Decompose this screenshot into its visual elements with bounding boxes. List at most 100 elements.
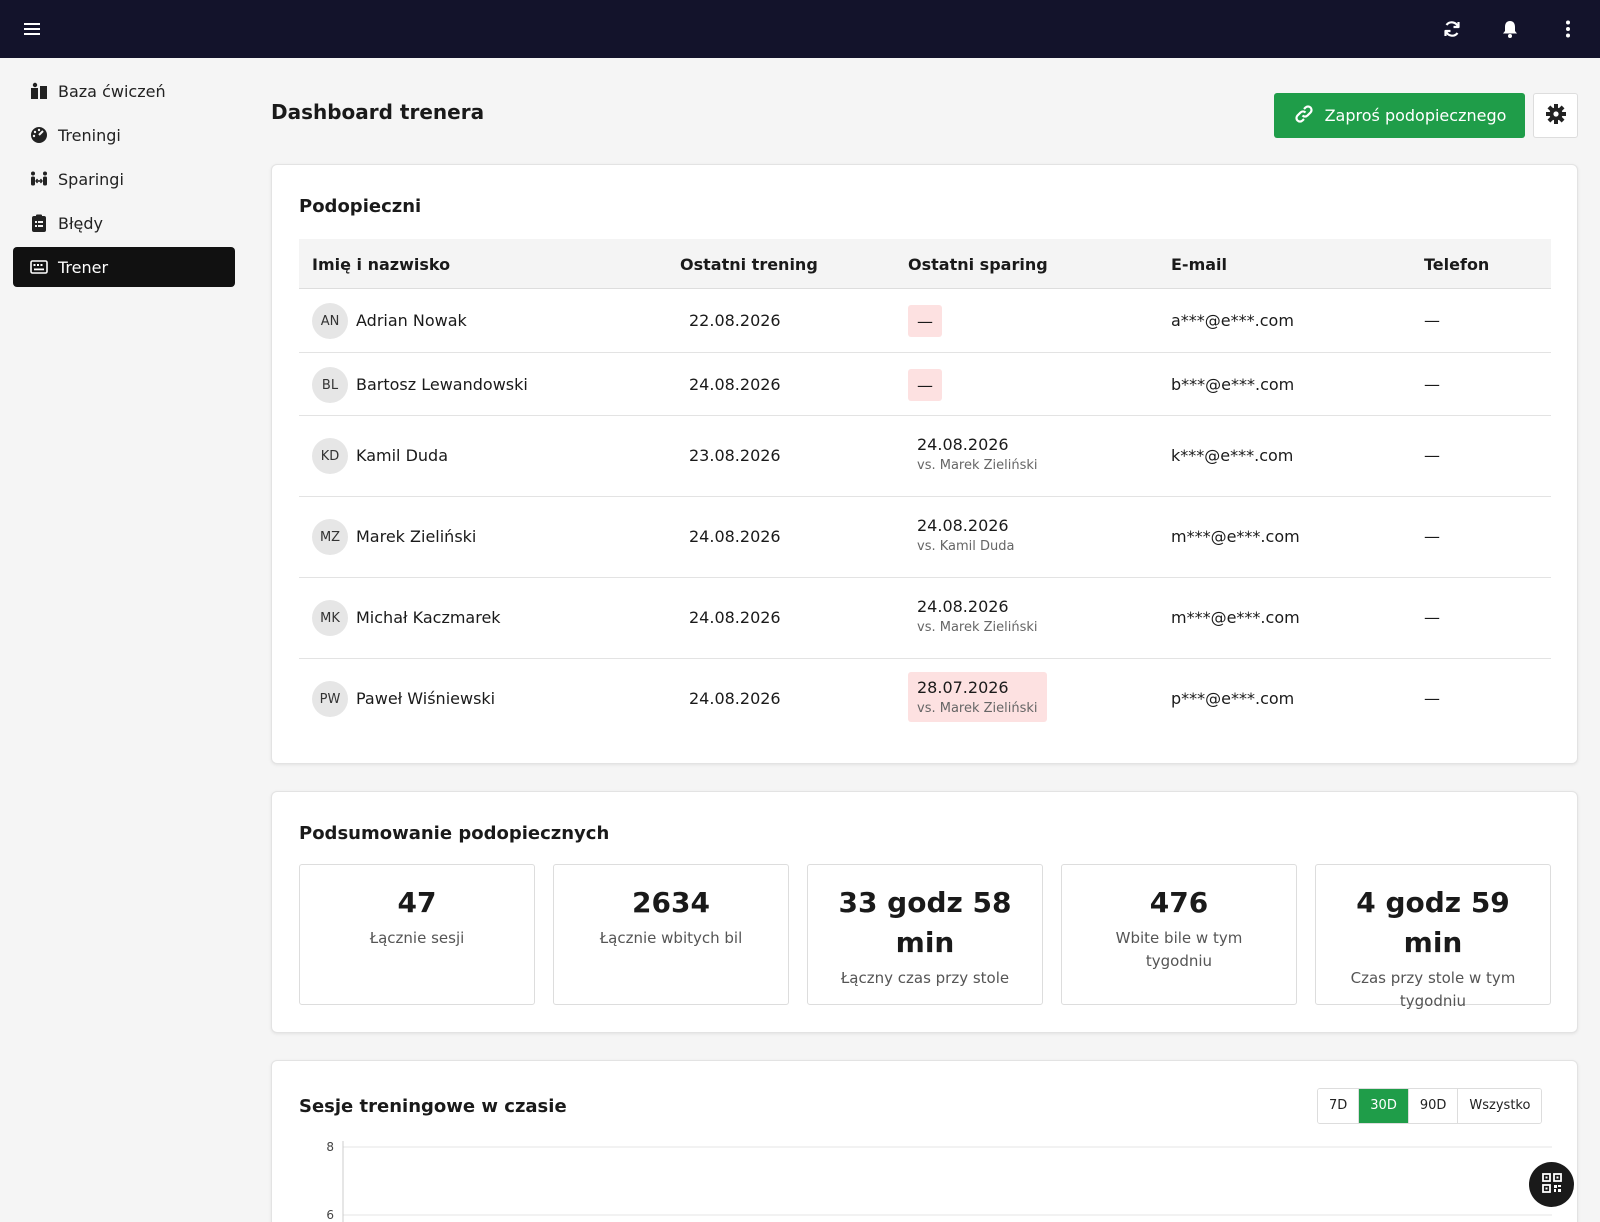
stat-week-balls: 476 Wbite bile w tym tygodniu: [1061, 864, 1297, 1005]
last-sparring: 24.08.2026 vs. Marek Zieliński: [908, 429, 1047, 479]
phone: —: [1424, 527, 1440, 546]
last-training-date: 24.08.2026: [689, 689, 781, 708]
trainee-name: Bartosz Lewandowski: [356, 375, 528, 394]
stat-label: Łącznie wbitych bil: [599, 929, 743, 947]
stat-value: 47: [397, 886, 437, 919]
sparring-opponent: vs. Marek Zieliński: [917, 620, 1038, 635]
email: p***@e***.com: [1171, 689, 1295, 708]
table-row[interactable]: AN Adrian Nowak 22.08.2026 — a***@e***.c…: [299, 289, 1551, 353]
avatar: BL: [312, 367, 348, 403]
sidebar-item-trainer[interactable]: Trener: [13, 247, 235, 287]
qr-code-button[interactable]: [1529, 1162, 1574, 1207]
phone: —: [1424, 608, 1440, 627]
sidebar-item-label: Baza ćwiczeń: [58, 81, 166, 101]
refresh-icon[interactable]: [1438, 15, 1466, 43]
table-row[interactable]: BL Bartosz Lewandowski 24.08.2026 — b***…: [299, 353, 1551, 416]
range-30d-button[interactable]: 30D: [1359, 1089, 1409, 1123]
stat-week-table-time: 4 godz 59 min Czas przy stole w tym tygo…: [1315, 864, 1551, 1010]
sparring-date: 24.08.2026: [917, 597, 1009, 616]
y-tick-label: 8: [326, 1141, 334, 1154]
sidebar: Baza ćwiczeń Treningi Sparingi Błędy Tre…: [0, 58, 248, 1222]
column-header-last-training: Ostatni trening: [680, 255, 818, 274]
trainees-card: Podopieczni Imię i nazwisko Ostatni tren…: [271, 164, 1578, 764]
sessions-line-chart: 8 6: [326, 1141, 1552, 1222]
last-sparring-overdue: 28.07.2026 vs. Marek Zieliński: [908, 672, 1047, 722]
avatar: PW: [312, 681, 348, 717]
stat-value: 476: [1149, 886, 1209, 919]
email: m***@e***.com: [1171, 527, 1300, 546]
top-bar: [0, 0, 1600, 58]
trainees-title: Podopieczni: [299, 196, 422, 217]
sparring-date: 24.08.2026: [917, 516, 1009, 535]
table-row[interactable]: KD Kamil Duda 23.08.2026 24.08.2026 vs. …: [299, 416, 1551, 497]
email: a***@e***.com: [1171, 311, 1294, 330]
column-header-email: E-mail: [1171, 255, 1228, 274]
sidebar-item-sparrings[interactable]: Sparingi: [13, 159, 235, 199]
stat-label: Czas przy stole w tym tygodniu: [1350, 969, 1516, 1010]
sidebar-item-exercises[interactable]: Baza ćwiczeń: [13, 71, 235, 111]
summary-title: Podsumowanie podopiecznych: [299, 823, 610, 844]
invite-trainee-button[interactable]: Zaproś podopiecznego: [1274, 93, 1525, 138]
stat-total-table-time: 33 godz 58 min Łączny czas przy stole: [807, 864, 1043, 1005]
bell-icon[interactable]: [1496, 15, 1524, 43]
sparring-date: 28.07.2026: [917, 678, 1009, 697]
sidebar-item-label: Błędy: [58, 213, 103, 233]
table-row[interactable]: MZ Marek Zieliński 24.08.2026 24.08.2026…: [299, 497, 1551, 578]
sparring-missing-badge: —: [908, 369, 942, 401]
stat-label: Łączny czas przy stole: [840, 969, 1010, 987]
sessions-chart-card: Sesje treningowe w czasie 7D 30D 90D Wsz…: [271, 1060, 1578, 1222]
more-vertical-icon[interactable]: [1554, 15, 1582, 43]
table-row[interactable]: MK Michał Kaczmarek 24.08.2026 24.08.202…: [299, 578, 1551, 659]
keyboard-icon: [29, 257, 49, 277]
stat-value: 4 godz 59 min: [1356, 886, 1510, 959]
sparring-date: 24.08.2026: [917, 435, 1009, 454]
sidebar-item-trainings[interactable]: Treningi: [13, 115, 235, 155]
stat-label: Wbite bile w tym tygodniu: [1115, 929, 1243, 970]
last-sparring: 24.08.2026 vs. Marek Zieliński: [908, 591, 1047, 641]
email: m***@e***.com: [1171, 608, 1300, 627]
gauge-icon: [29, 125, 49, 145]
table-header: Imię i nazwisko Ostatni trening Ostatni …: [299, 239, 1551, 289]
avatar: MK: [312, 600, 348, 636]
last-sparring: 24.08.2026 vs. Kamil Duda: [908, 510, 1023, 560]
stat-total-sessions: 47 Łącznie sesji: [299, 864, 535, 1005]
avatar: AN: [312, 303, 348, 339]
phone: —: [1424, 689, 1440, 708]
summary-card: Podsumowanie podopiecznych 47 Łącznie se…: [271, 791, 1578, 1033]
trainee-name: Paweł Wiśniewski: [356, 689, 496, 708]
people-arrows-icon: [29, 169, 49, 189]
column-header-name: Imię i nazwisko: [312, 255, 451, 274]
qr-code-icon: [1541, 1172, 1563, 1198]
range-all-button[interactable]: Wszystko: [1458, 1089, 1542, 1123]
page-title: Dashboard trenera: [271, 100, 485, 124]
link-icon: [1293, 103, 1315, 129]
hamburger-icon[interactable]: [20, 17, 44, 41]
phone: —: [1424, 311, 1440, 330]
sparring-opponent: vs. Kamil Duda: [917, 539, 1015, 554]
book-icon: [29, 81, 49, 101]
last-training-date: 24.08.2026: [689, 527, 781, 546]
range-7d-button[interactable]: 7D: [1318, 1089, 1360, 1123]
range-90d-button[interactable]: 90D: [1408, 1089, 1459, 1123]
sparring-opponent: vs. Marek Zieliński: [917, 701, 1038, 716]
range-selector: 7D 30D 90D Wszystko: [1317, 1088, 1543, 1124]
stat-value: 33 godz 58 min: [838, 886, 1012, 959]
sessions-chart-title: Sesje treningowe w czasie: [299, 1096, 567, 1117]
last-training-date: 23.08.2026: [689, 446, 781, 465]
trainee-name: Marek Zieliński: [356, 527, 477, 546]
sidebar-item-label: Trener: [58, 257, 109, 277]
stat-total-balls: 2634 Łącznie wbitych bil: [553, 864, 789, 1005]
stat-label: Łącznie sesji: [369, 929, 465, 947]
settings-button[interactable]: [1533, 93, 1578, 138]
sparring-opponent: vs. Marek Zieliński: [917, 458, 1038, 473]
trainee-name: Adrian Nowak: [356, 311, 467, 330]
table-row[interactable]: PW Paweł Wiśniewski 24.08.2026 28.07.202…: [299, 659, 1551, 740]
email: k***@e***.com: [1171, 446, 1294, 465]
email: b***@e***.com: [1171, 375, 1295, 394]
last-training-date: 24.08.2026: [689, 608, 781, 627]
last-training-date: 24.08.2026: [689, 375, 781, 394]
clipboard-list-icon: [29, 213, 49, 233]
column-header-phone: Telefon: [1424, 255, 1490, 274]
sidebar-item-mistakes[interactable]: Błędy: [13, 203, 235, 243]
phone: —: [1424, 375, 1440, 394]
